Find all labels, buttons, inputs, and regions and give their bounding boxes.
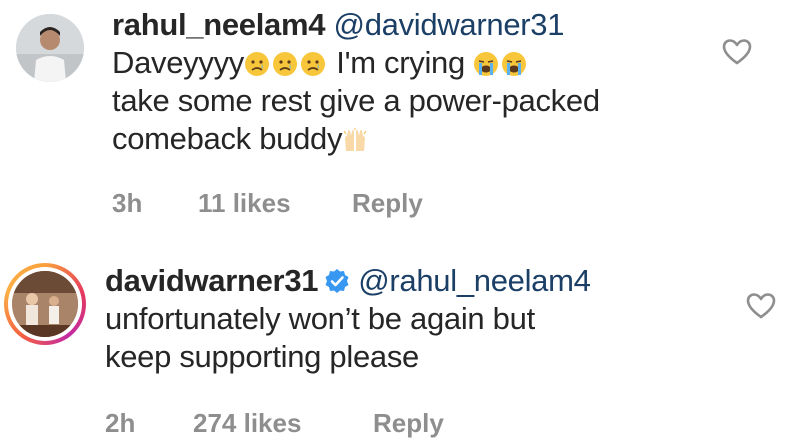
comment-line: I'm crying — [327, 45, 474, 80]
comment-line: Daveyyyy — [112, 45, 244, 80]
raising-hands-icon — [343, 128, 367, 151]
avatar[interactable] — [16, 14, 84, 82]
crying-face-icon — [300, 52, 325, 76]
comment-time: 3h — [112, 188, 143, 218]
mention-link[interactable]: @rahul_neelam4 — [358, 263, 591, 298]
comment-likes[interactable]: 274 likes — [193, 408, 301, 439]
loudly-crying-face-icon — [474, 52, 499, 76]
comment-username[interactable]: rahul_neelam4 — [112, 7, 326, 42]
comment-time: 2h — [105, 408, 136, 438]
comment-davidwarner: davidwarner31 @rahul_neelam4 unfortunatel… — [0, 248, 795, 447]
comment-text: rahul_neelam4 @davidwarner31 Daveyyyy I'… — [112, 6, 692, 158]
comment-text: davidwarner31 @rahul_neelam4 unfortunatel… — [105, 262, 705, 376]
comment-line: unfortunately won’t be again but — [105, 301, 535, 336]
crying-face-icon — [272, 52, 297, 76]
reply-button[interactable]: Reply — [373, 408, 444, 439]
reply-button[interactable]: Reply — [352, 188, 423, 219]
comment-username[interactable]: davidwarner31 — [105, 263, 319, 298]
comment-line: comeback buddy — [112, 121, 343, 156]
comment-likes[interactable]: 11 likes — [198, 188, 291, 219]
comment-line: take some rest give a power-packed — [112, 83, 600, 118]
loudly-crying-face-icon — [502, 52, 527, 76]
comment-line: keep supporting please — [105, 339, 419, 374]
like-heart-icon[interactable] — [722, 38, 752, 66]
avatar[interactable] — [4, 263, 86, 345]
comment-rahul: rahul_neelam4 @davidwarner31 Daveyyyy I'… — [0, 0, 795, 230]
like-heart-icon[interactable] — [746, 292, 776, 320]
verified-badge-icon — [325, 269, 349, 293]
avatar-photo — [12, 271, 78, 337]
mention-link[interactable]: @davidwarner31 — [334, 7, 565, 42]
crying-face-icon — [244, 52, 269, 76]
